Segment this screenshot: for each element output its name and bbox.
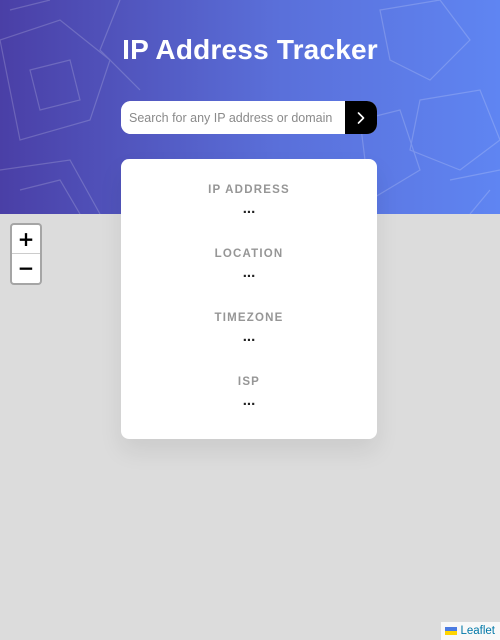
- page-title: IP Address Tracker: [122, 34, 378, 65]
- info-location: LOCATION ...: [121, 248, 377, 281]
- info-label: ISP: [237, 376, 261, 388]
- zoom-out-button[interactable]: −: [12, 254, 40, 283]
- info-label: TIMEZONE: [214, 312, 284, 324]
- info-timezone: TIMEZONE ...: [121, 312, 377, 345]
- info-value: ...: [242, 328, 256, 345]
- search-input[interactable]: [121, 101, 345, 134]
- info-label: IP ADDRESS: [208, 184, 290, 196]
- info-card: IP ADDRESS ... LOCATION ... TIMEZONE ...…: [121, 159, 377, 439]
- ukraine-flag-icon: [445, 627, 458, 635]
- search-submit-button[interactable]: [345, 101, 377, 134]
- zoom-in-button[interactable]: +: [12, 225, 40, 254]
- map-zoom-control: + −: [10, 223, 42, 285]
- map-attribution: Leaflet: [441, 622, 500, 640]
- search-form: [121, 101, 377, 134]
- chevron-right-icon: [357, 111, 365, 124]
- info-label: LOCATION: [214, 248, 284, 260]
- info-ip-address: IP ADDRESS ...: [121, 184, 377, 217]
- info-isp: ISP ...: [121, 376, 377, 409]
- leaflet-link[interactable]: Leaflet: [460, 625, 495, 637]
- info-value: ...: [242, 264, 256, 281]
- info-value: ...: [242, 392, 256, 409]
- info-value: ...: [242, 200, 256, 217]
